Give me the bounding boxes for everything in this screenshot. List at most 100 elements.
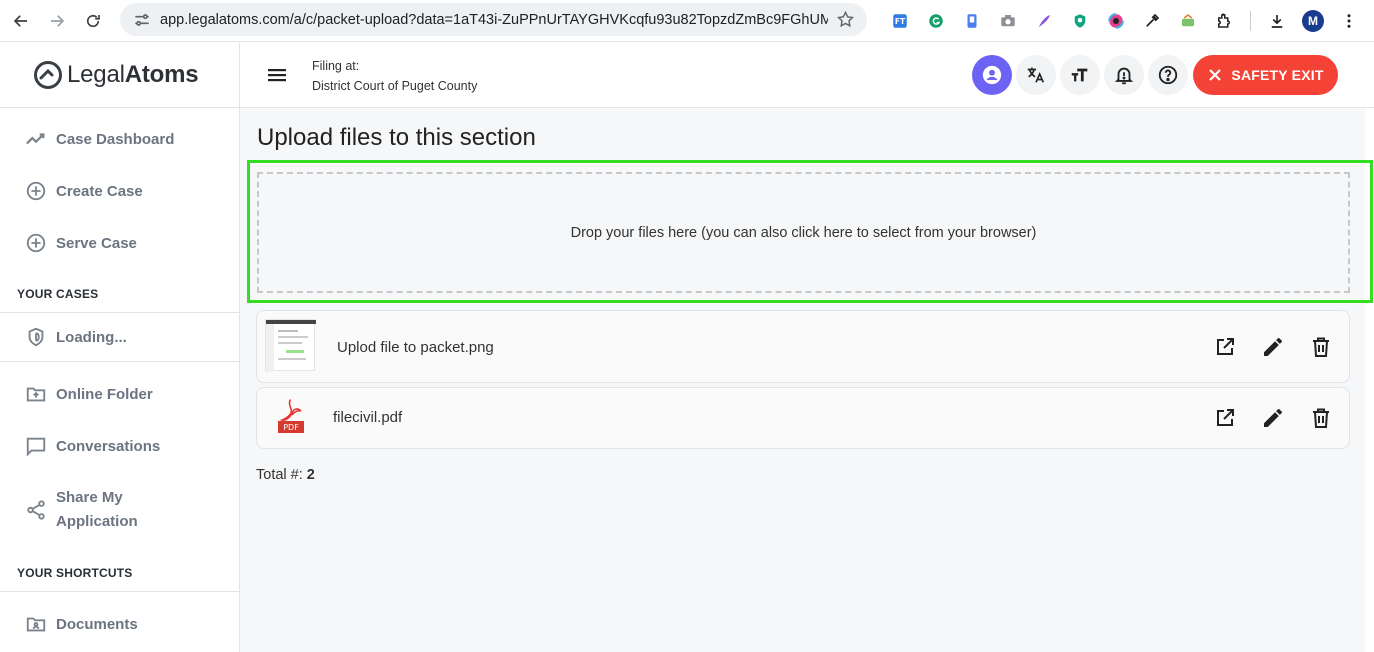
sidebar-item-label: Online Folder: [56, 385, 153, 403]
extension-shield[interactable]: [1062, 3, 1098, 39]
file-actions: [1189, 406, 1333, 430]
trash-icon[interactable]: [1309, 335, 1333, 359]
sidebar-item-label: Documents: [56, 615, 138, 633]
arrow-left-icon: [13, 15, 27, 27]
pdf-file-icon[interactable]: PDF: [277, 398, 305, 434]
trending-line-icon: [26, 133, 45, 145]
sidebar-item-label: Share My Application: [56, 489, 138, 530]
filing-location: Filing at: District Court of Puget Count…: [312, 56, 477, 96]
sidebar-divider: [0, 591, 239, 592]
open-external-icon[interactable]: [1213, 335, 1237, 359]
main-content: Upload files to this section Drop your f…: [240, 108, 1373, 652]
url-text: app.legalatoms.com/a/c/packet-upload?dat…: [160, 11, 828, 28]
edit-pencil-icon[interactable]: [1261, 335, 1285, 359]
sidebar: Case Dashboard Create Case Serve Case YO…: [0, 108, 240, 652]
forward-button[interactable]: [40, 4, 74, 38]
share-icon: [27, 500, 45, 520]
site-info-icon[interactable]: [132, 10, 152, 30]
sidebar-item-loading-case[interactable]: Loading...: [25, 326, 127, 348]
help-icon: [1158, 65, 1178, 85]
extension-grammarly[interactable]: [918, 3, 954, 39]
ft-extension-icon: FT: [893, 14, 907, 28]
filing-court: District Court of Puget County: [312, 79, 478, 93]
file-row: PDF filecivil.pdf: [256, 387, 1350, 449]
chat-bubble-icon: [26, 437, 46, 457]
extension-color[interactable]: [1098, 3, 1134, 39]
sidebar-item-share-application[interactable]: Share My Application: [25, 486, 138, 534]
notifications-button[interactable]: [1104, 55, 1144, 95]
profile-button[interactable]: M: [1295, 3, 1331, 39]
sidebar-item-create-case[interactable]: Create Case: [25, 180, 143, 202]
sidebar-item-serve-case[interactable]: Serve Case: [25, 232, 137, 254]
add-circle-icon: [26, 181, 46, 201]
translate-icon: [1027, 67, 1045, 83]
quill-icon: [1038, 15, 1050, 27]
file-name: Uplod file to packet.png: [337, 339, 494, 356]
close-icon: [1209, 69, 1222, 81]
file-drop-zone[interactable]: Drop your files here (you can also click…: [257, 172, 1350, 293]
sidebar-item-online-folder[interactable]: Online Folder: [25, 383, 153, 405]
shield-icon: [28, 327, 44, 347]
back-button[interactable]: [4, 4, 38, 38]
sidebar-item-label: Create Case: [56, 182, 143, 200]
reload-icon: [86, 14, 100, 28]
open-external-icon[interactable]: [1213, 406, 1237, 430]
translate-button[interactable]: [1016, 55, 1056, 95]
sidebar-item-case-dashboard[interactable]: Case Dashboard: [25, 128, 174, 150]
sidebar-item-documents[interactable]: Documents: [25, 613, 138, 635]
sidebar-item-label: Serve Case: [56, 234, 137, 252]
extension-tray[interactable]: [1170, 3, 1206, 39]
menu-icon[interactable]: [264, 63, 292, 87]
header-divider: [239, 43, 240, 108]
text-size-button[interactable]: [1060, 55, 1100, 95]
logo-mark-icon: [34, 61, 62, 89]
bookmark-star-icon[interactable]: [836, 10, 855, 29]
account-circle-icon: [982, 65, 1002, 85]
extension-docs[interactable]: [954, 3, 990, 39]
safety-exit-label: SAFETY EXIT: [1231, 67, 1324, 83]
folder-upload-icon: [26, 387, 46, 402]
file-thumbnail[interactable]: [265, 319, 316, 372]
trash-icon[interactable]: [1309, 406, 1333, 430]
logo-text: LegalAtoms: [67, 61, 199, 88]
sidebar-item-conversations[interactable]: Conversations: [25, 435, 160, 457]
add-circle-icon: [26, 233, 46, 253]
total-label: Total #:: [256, 467, 303, 483]
profile-avatar: M: [1302, 10, 1324, 32]
sidebar-item-label: Conversations: [56, 437, 161, 455]
eyedropper-icon: [1146, 13, 1160, 27]
section-your-cases: YOUR CASES: [17, 287, 99, 301]
browser-menu-button[interactable]: [1331, 3, 1367, 39]
extension-camera[interactable]: [990, 3, 1026, 39]
total-count: 2: [306, 467, 315, 483]
edit-pencil-icon[interactable]: [1261, 406, 1285, 430]
more-vertical-icon: [1347, 14, 1351, 28]
legalatoms-logo[interactable]: LegalAtoms: [32, 58, 199, 92]
safety-exit-button[interactable]: SAFETY EXIT: [1193, 55, 1338, 95]
page-title: Upload files to this section: [257, 124, 536, 151]
extensions-bar: FT M: [882, 0, 1367, 42]
sidebar-item-label: Loading...: [56, 328, 127, 346]
extension-quill[interactable]: [1026, 3, 1062, 39]
extensions-menu[interactable]: [1206, 3, 1242, 39]
file-total: Total #: 2: [256, 467, 315, 483]
document-icon: [967, 14, 977, 28]
downloads-button[interactable]: [1259, 3, 1295, 39]
user-account-button[interactable]: [972, 55, 1012, 95]
arrow-right-icon: [51, 15, 65, 27]
file-row: Uplod file to packet.png: [256, 310, 1350, 383]
help-button[interactable]: [1148, 55, 1188, 95]
svg-text:FT: FT: [895, 17, 906, 26]
reload-button[interactable]: [76, 4, 110, 38]
bell-icon: [1114, 67, 1134, 85]
download-icon: [1271, 15, 1283, 28]
section-your-shortcuts: YOUR SHORTCUTS: [17, 566, 133, 580]
header-actions: [972, 55, 1192, 95]
puzzle-icon: [1218, 13, 1230, 28]
file-name: filecivil.pdf: [333, 409, 403, 426]
extension-ft[interactable]: FT: [882, 3, 918, 39]
address-bar[interactable]: app.legalatoms.com/a/c/packet-upload?dat…: [120, 3, 867, 36]
sidebar-divider: [0, 312, 239, 313]
extension-eyedropper[interactable]: [1134, 3, 1170, 39]
screenshot-thumbnail-icon: [266, 320, 316, 372]
